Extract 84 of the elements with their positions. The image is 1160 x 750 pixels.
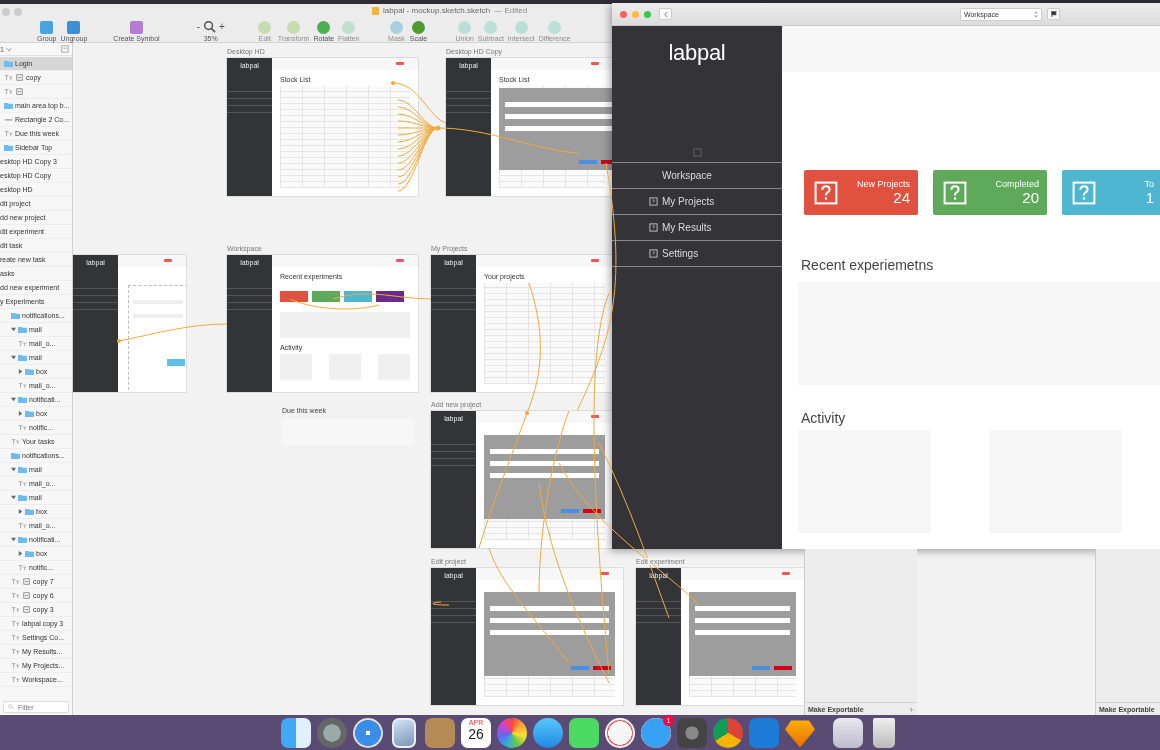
zoom-out-button[interactable]: - <box>196 20 200 33</box>
flag-icon <box>1050 11 1057 17</box>
gear-icon[interactable] <box>677 717 707 748</box>
stat-value: 20 <box>1022 189 1039 206</box>
back-button[interactable] <box>659 8 672 20</box>
link-line <box>432 601 450 606</box>
symbol-icon <box>22 578 31 585</box>
stat-label: Completed <box>995 179 1039 189</box>
section-title: Activity <box>801 410 847 426</box>
zoom-in-button[interactable]: + <box>218 20 225 33</box>
placeholder-icon <box>692 148 702 157</box>
nav-item[interactable]: My Projects <box>612 188 782 214</box>
question-icon <box>814 180 838 205</box>
text-layer-icon <box>4 130 13 137</box>
search-icon <box>8 704 14 710</box>
text-layer-icon <box>11 662 20 669</box>
question-icon <box>943 180 967 205</box>
text-layer-icon <box>11 592 20 599</box>
text-layer-icon <box>11 606 20 613</box>
stepper-icon <box>1034 10 1038 18</box>
window-title: labpal - mockup.sketch.sketch <box>383 6 491 15</box>
disclosure-icon[interactable] <box>11 495 16 500</box>
stat-card[interactable]: New Projects 24 <box>804 170 918 215</box>
text-layer-icon <box>18 340 27 347</box>
symbol-icon <box>15 74 24 81</box>
folder-icon <box>4 60 13 67</box>
text-layer-icon <box>11 578 20 585</box>
link-hotspot <box>117 339 121 343</box>
chevron-left-icon <box>663 10 668 18</box>
stat-card-drawing <box>280 291 308 302</box>
symbol-icon <box>22 606 31 613</box>
disclosure-icon[interactable] <box>11 327 16 332</box>
text-layer-icon <box>18 564 27 571</box>
search-icon <box>202 20 216 33</box>
stat-value: 24 <box>893 189 910 206</box>
nav-item[interactable]: Settings <box>612 240 782 267</box>
stat-card-drawing <box>344 291 372 302</box>
disclosure-icon[interactable] <box>11 397 16 402</box>
stat-label: New Projects <box>857 179 910 189</box>
symbol-icon <box>22 592 31 599</box>
text-layer-icon <box>11 634 20 641</box>
stat-label: To <box>1144 179 1154 189</box>
finder-icon[interactable] <box>281 717 311 748</box>
nav-item[interactable]: My Results <box>612 214 782 240</box>
caret-icon <box>5 46 12 52</box>
photo-icon[interactable] <box>392 717 416 748</box>
flag-button[interactable] <box>1047 8 1060 20</box>
link-hotspot <box>435 125 441 131</box>
text-layer-icon <box>18 424 27 431</box>
compass-icon[interactable] <box>353 717 383 748</box>
nav-item[interactable]: Workspace <box>612 162 782 188</box>
disclosure-icon[interactable] <box>18 369 23 374</box>
edited-status: — Edited <box>494 6 528 15</box>
text-layer-icon <box>11 648 20 655</box>
shape-layer-icon <box>4 116 13 123</box>
text-layer-icon <box>11 676 20 683</box>
text-layer-icon <box>18 382 27 389</box>
disclosure-icon[interactable] <box>18 411 23 416</box>
folder-icon <box>4 102 13 109</box>
stat-card-drawing <box>376 291 404 302</box>
disclosure-icon[interactable] <box>11 355 16 360</box>
disclosure-icon[interactable] <box>11 537 16 542</box>
text-layer-icon <box>11 620 20 627</box>
flower-icon[interactable] <box>497 717 527 748</box>
trash-icon[interactable] <box>873 717 895 748</box>
disclosure-icon[interactable] <box>11 467 16 472</box>
text-layer-icon <box>4 74 13 81</box>
disclosure-icon[interactable] <box>18 509 23 514</box>
symbol-icon <box>15 88 24 95</box>
text-layer-icon <box>18 480 27 487</box>
question-icon <box>1072 180 1096 205</box>
logo-text: labpal <box>668 40 726 66</box>
browser-icon[interactable] <box>713 717 743 748</box>
stat-card-drawing <box>312 291 340 302</box>
disclosure-icon[interactable] <box>18 551 23 556</box>
text-layer-icon <box>11 438 20 445</box>
link-hotspot <box>391 81 395 85</box>
text-layer-icon <box>18 522 27 529</box>
document-icon <box>372 6 379 15</box>
text-layer-icon <box>4 88 13 95</box>
section-title: Recent experiemetns <box>801 257 935 273</box>
folder-icon <box>4 144 13 151</box>
stat-value: 1 <box>1145 189 1154 206</box>
link-hotspot <box>525 411 529 415</box>
